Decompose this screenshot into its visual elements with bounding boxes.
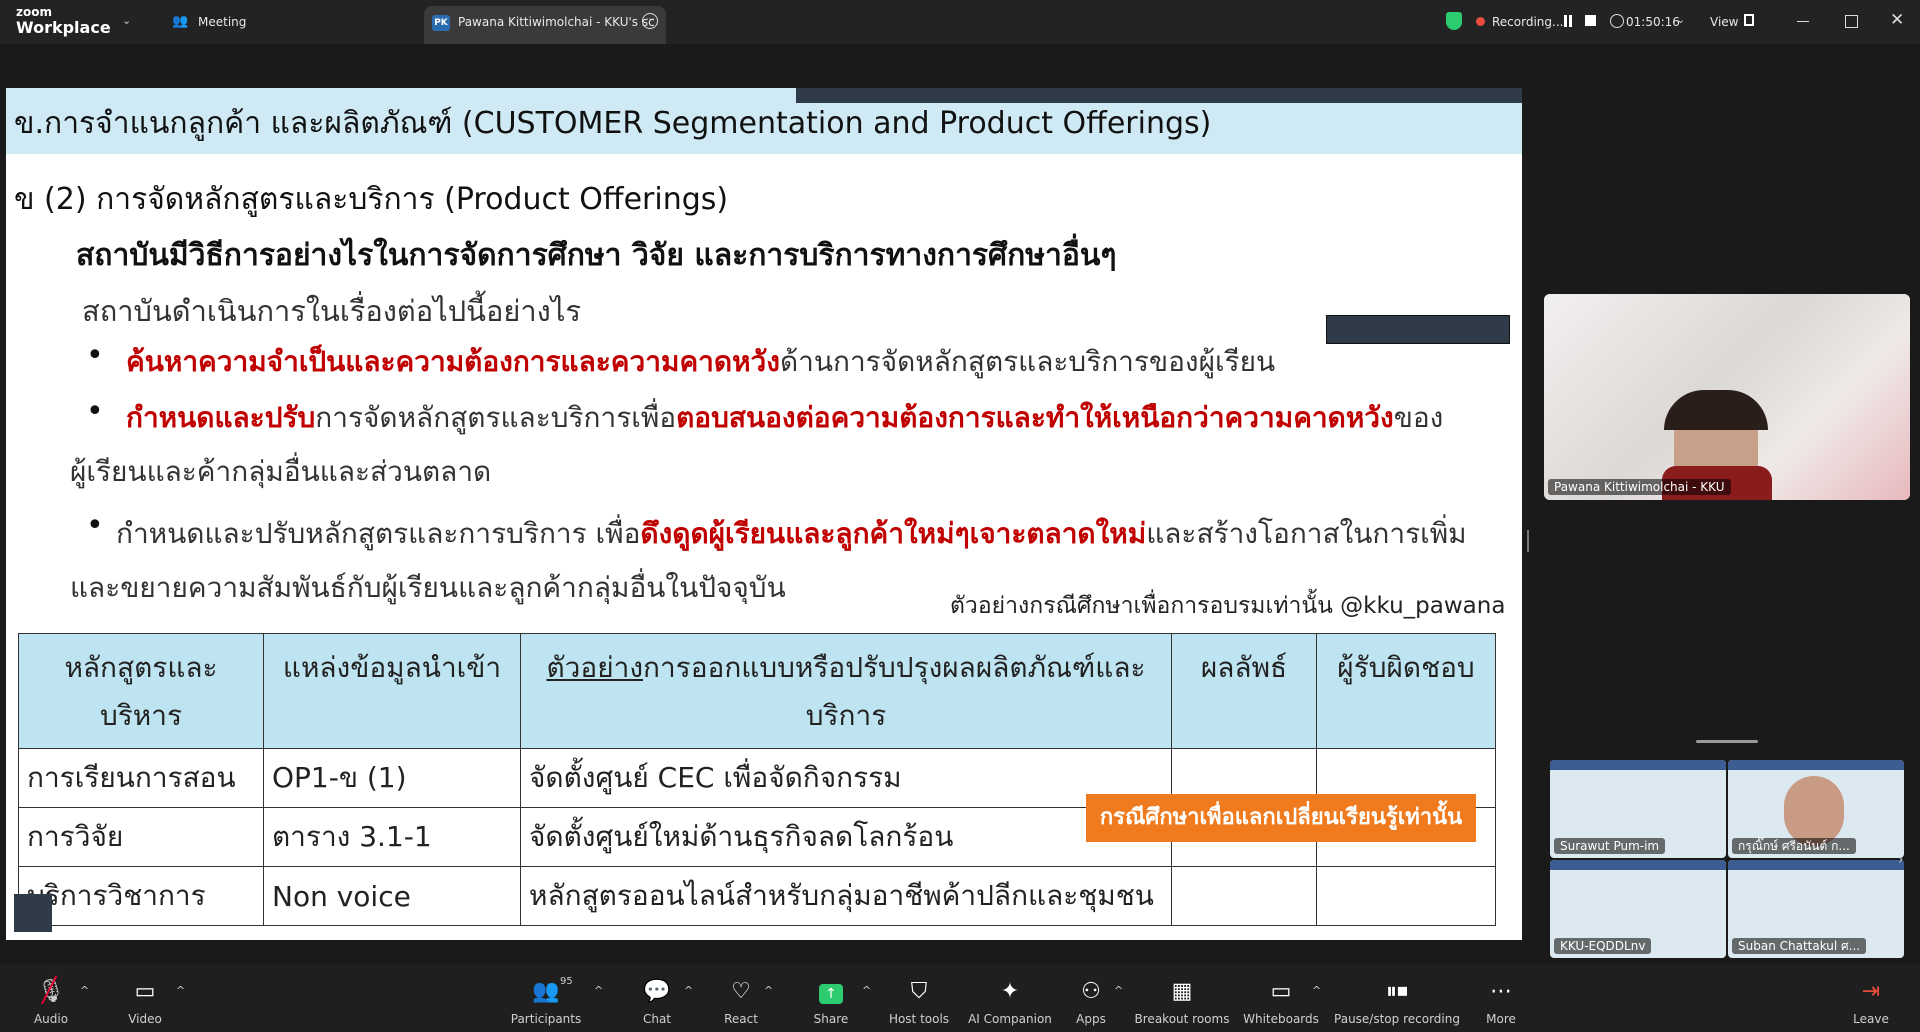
participants-icon: 👥	[532, 979, 560, 1004]
view-button[interactable]: View	[1710, 0, 1738, 44]
table-cell: หลักสูตรออนไลน์สำหรับกลุ่มอาชีพค้าปลีกแล…	[520, 866, 1172, 926]
bullet-3: กำหนดและปรับหลักสูตรและการบริการ เพื่อดึ…	[116, 517, 1467, 550]
breakout-rooms-button[interactable]: ▦ Breakout rooms	[1135, 964, 1230, 1032]
chevron-down-icon[interactable]: ⌄	[122, 14, 131, 27]
watermark-note: ตัวอย่างกรณีศึกษาเพื่อการอบรมเท่านั้น @k…	[950, 593, 1506, 619]
speaker-name: Pawana Kittiwimolchai - KKU	[1548, 479, 1731, 495]
chat-caret-icon[interactable]: ^	[684, 984, 693, 997]
slide-header-title: ข.การจำแนกลูกค้า และผลิตภัณฑ์ (CUSTOMER …	[14, 106, 1212, 141]
participant-name: KKU-EQDDLnv	[1554, 938, 1652, 954]
whiteboards-caret-icon[interactable]: ^	[1312, 984, 1321, 997]
participant-thumb[interactable]: กรุณิ๊กษ์ ศรีอนันต์ ก...	[1728, 760, 1904, 858]
participant-thumb[interactable]: Suban Chattakul ศ...	[1728, 860, 1904, 958]
table-cell: การวิจัย	[18, 807, 264, 867]
timer-chevron-icon[interactable]: ⌄	[1676, 13, 1685, 26]
stop-icon[interactable]	[1585, 15, 1596, 26]
meeting-toolbar: 🎙 ╱ Audio ^ ▭ Video ^ 👥 95 Participants ^…	[0, 964, 1920, 1032]
title-bar: zoom Workplace ⌄ 👥 Meeting PK Pawana Kit…	[0, 0, 1920, 44]
grid-icon: ▦	[1171, 979, 1193, 1004]
restore-icon[interactable]	[1845, 15, 1858, 28]
pause-recording-button[interactable]: ⏸⏹ Pause/stop recording	[1334, 964, 1460, 1032]
shield-icon[interactable]	[1446, 12, 1462, 30]
bullet-dot: •	[86, 394, 104, 429]
recording-status: Recording...	[1492, 15, 1564, 29]
bullet-2: กำหนดและปรับการจัดหลักสูตรและบริการเพื่อ…	[126, 401, 1444, 434]
redacted-box	[1326, 315, 1510, 344]
participants-button[interactable]: 👥 95 Participants	[500, 964, 592, 1032]
table-cell: ตาราง 3.1-1	[263, 807, 521, 867]
table-row: บริการวิชาการ Non voice หลักสูตรออนไลน์ส…	[18, 866, 1496, 926]
record-dot-icon	[1476, 17, 1485, 26]
leave-icon: ⇥	[1861, 979, 1881, 1004]
participants-count: 95	[560, 976, 573, 987]
panel-drag-handle[interactable]	[1696, 740, 1758, 743]
sub-line: สถาบันดำเนินการในเรื่องต่อไปนี้อย่างไร	[82, 294, 582, 328]
people-icon: 👥	[172, 14, 189, 29]
audio-button[interactable]: 🎙 ╱ Audio	[6, 964, 96, 1032]
brand-workplace: Workplace	[16, 18, 111, 37]
pause-stop-icon: ⏸⏹	[1385, 979, 1408, 1004]
react-caret-icon[interactable]: ^	[764, 984, 773, 997]
case-study-banner: กรณีศึกษาเพื่อแลกเปลี่ยนเรียนรู้เท่านั้น	[1086, 794, 1476, 842]
sparkle-icon: ✦	[1000, 979, 1020, 1004]
table-cell	[1171, 866, 1317, 926]
more-icon[interactable]: ···	[642, 13, 658, 29]
participant-name: Surawut Pum-im	[1554, 838, 1666, 854]
table-cell: บริการวิชาการ	[18, 866, 264, 926]
video-button[interactable]: ▭ Video	[100, 964, 190, 1032]
leave-button[interactable]: ⇥ Leave	[1826, 964, 1916, 1032]
more-button[interactable]: ⋯ More	[1456, 964, 1546, 1032]
bullet-dot: •	[86, 338, 104, 373]
bullet-1: ค้นหาความจำเป็นและความต้องการและความคาดห…	[126, 345, 1276, 378]
tab-avatar: PK	[432, 15, 450, 31]
video-caret-icon[interactable]: ^	[176, 984, 185, 997]
view-layout-icon[interactable]	[1744, 14, 1754, 26]
pause-icon[interactable]	[1564, 15, 1567, 27]
minimize-icon[interactable]	[1797, 21, 1809, 22]
meeting-timer: 01:50:16	[1626, 15, 1680, 29]
shared-screen-slide: ข.การจำแนกลูกค้า และผลิตภัณฑ์ (CUSTOMER …	[6, 88, 1522, 940]
apps-caret-icon[interactable]: ^	[1114, 984, 1123, 997]
share-caret-icon[interactable]: ^	[862, 984, 871, 997]
participant-thumb[interactable]: Surawut Pum-im	[1550, 760, 1726, 858]
next-page-icon[interactable]: ›	[1898, 852, 1904, 868]
audio-caret-icon[interactable]: ^	[80, 984, 89, 997]
table-cell: จัดตั้งศูนย์ใหม่ด้านธุรกิจลดโลกร้อน	[520, 807, 1172, 867]
participants-caret-icon[interactable]: ^	[594, 984, 603, 997]
bullet-3-cont: และขยายความสัมพันธ์กับผู้เรียนและลูกค้าก…	[70, 571, 786, 604]
question-line: สถาบันมีวิธีการอย่างไรในการจัดการศึกษา ว…	[76, 238, 1117, 273]
corner-mark	[14, 894, 52, 932]
shield-icon: ⛉	[910, 979, 928, 1004]
table-header: หลักสูตรและบริหาร	[18, 633, 264, 749]
apps-button[interactable]: ⚇ Apps	[1046, 964, 1136, 1032]
offerings-table: หลักสูตรและบริหาร แหล่งข้อมูลนำเข้า ตัวอ…	[18, 633, 1496, 926]
table-cell	[1316, 866, 1496, 926]
bullet-dot: •	[86, 508, 104, 543]
table-cell: Non voice	[263, 866, 521, 926]
participant-face	[1784, 776, 1844, 846]
table-cell: OP1-ข (1)	[263, 748, 521, 808]
whiteboards-button[interactable]: ▭ Whiteboards	[1236, 964, 1326, 1032]
section-title: ข (2) การจัดหลักสูตรและบริการ (Product O…	[14, 182, 729, 217]
table-header: ผู้รับผิดชอบ	[1316, 633, 1496, 749]
participant-name: Suban Chattakul ศ...	[1732, 938, 1867, 954]
close-icon[interactable]: ✕	[1890, 10, 1904, 30]
speaker-video[interactable]: Pawana Kittiwimolchai - KKU	[1544, 294, 1910, 500]
table-header: แหล่งข้อมูลนำเข้า	[263, 633, 521, 749]
participant-thumb[interactable]: KKU-EQDDLnv	[1550, 860, 1726, 958]
table-cell: การเรียนการสอน	[18, 748, 264, 808]
table-cell: จัดตั้งศูนย์ CEC เพื่อจัดกิจกรรม	[520, 748, 1172, 808]
splitter-handle[interactable]	[1527, 530, 1529, 552]
clock-icon	[1610, 14, 1624, 28]
meeting-tab[interactable]: Meeting	[198, 0, 246, 44]
participant-name: กรุณิ๊กษ์ ศรีอนันต์ ก...	[1732, 838, 1856, 854]
table-header: ตัวอย่างการออกแบบหรือปรับปรุงผลผลิตภัณฑ์…	[520, 633, 1172, 749]
brand-zoom: zoom	[16, 5, 52, 19]
react-button[interactable]: ♡ React	[696, 964, 786, 1032]
more-icon: ⋯	[1490, 979, 1512, 1004]
share-button[interactable]: ↑ Share	[786, 964, 876, 1032]
table-header: ผลลัพธ์	[1171, 633, 1317, 749]
bullet-2-cont: ผู้เรียนและค้ากลุ่มอื่นและส่วนตลาด	[70, 455, 492, 488]
share-tab-title: Pawana Kittiwimolchai - KKU's sc	[458, 15, 655, 29]
